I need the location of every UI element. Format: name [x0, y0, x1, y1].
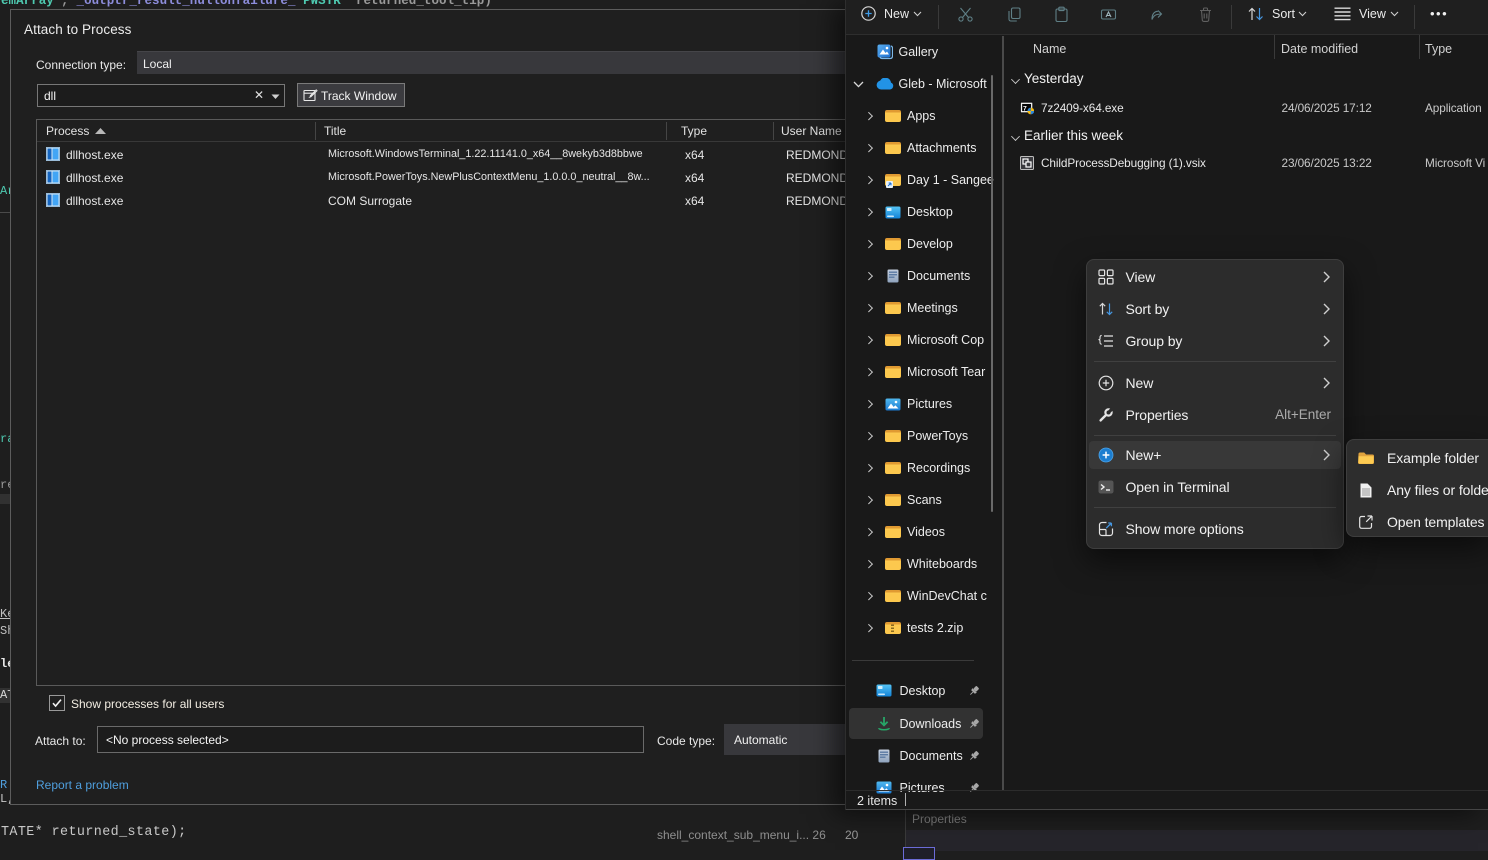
- svg-text:7: 7: [1023, 105, 1027, 112]
